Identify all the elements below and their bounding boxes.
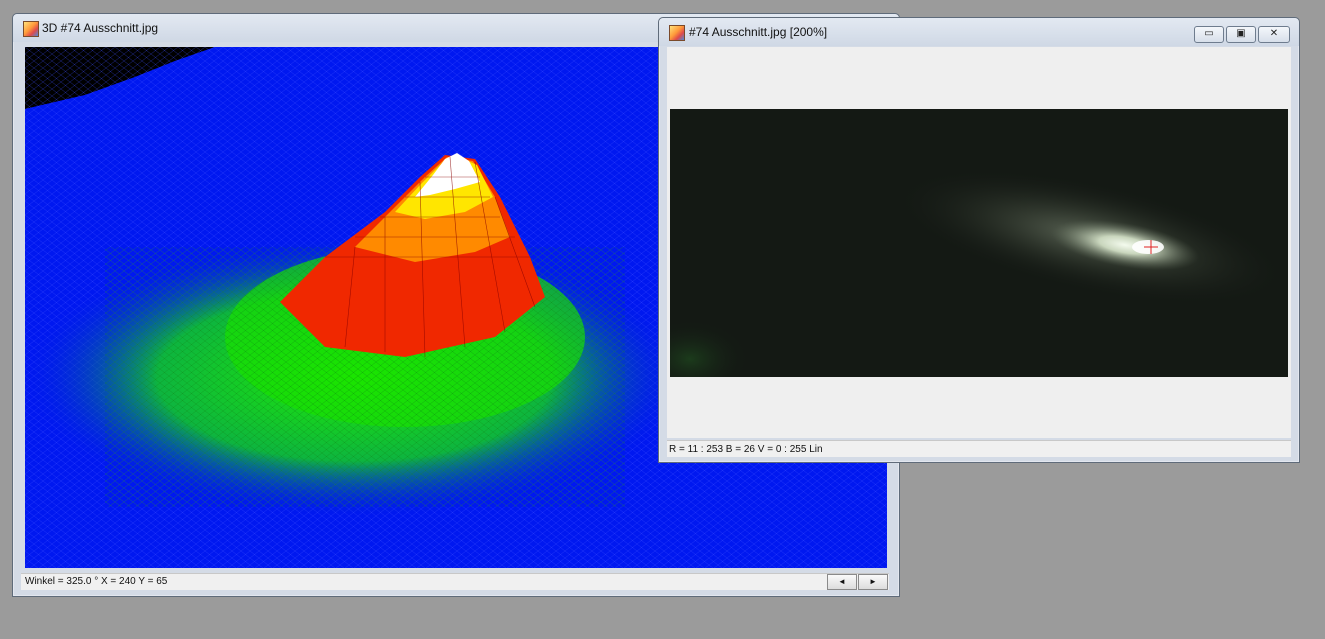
green-edge-glow <box>670 319 750 377</box>
rotate-left-button[interactable]: ◄ <box>827 574 857 590</box>
maximize-button[interactable]: ▣ <box>1226 26 1256 43</box>
app-image-icon <box>669 25 685 41</box>
window-image-title: #74 Ausschnitt.jpg [200%] <box>689 25 828 39</box>
comet-image[interactable] <box>670 109 1288 377</box>
image-viewport <box>667 47 1291 438</box>
window-image-view: #74 Ausschnitt.jpg [200%] ▭ ▣ ✕ R = 11:… <box>658 17 1300 463</box>
window-3d-title: 3D #74 Ausschnitt.jpg <box>42 21 159 35</box>
close-button[interactable]: ✕ <box>1258 26 1290 43</box>
comet-image-svg <box>670 169 1286 377</box>
window-image-statusbar: R = 11 : 253 B = 26 V = 0 : 255 Lin <box>667 440 1291 457</box>
rotate-right-button[interactable]: ► <box>858 574 888 590</box>
minimize-button[interactable]: ▭ <box>1194 26 1224 43</box>
window-image-titlebar[interactable]: #74 Ausschnitt.jpg [200%] ▭ ▣ ✕ <box>659 18 1299 46</box>
app-image-icon <box>23 21 39 37</box>
pixel-value-status-text: R = 11 : 253 B = 26 V = 0 : 255 Lin <box>669 444 823 455</box>
window-3d-statusbar: Winkel = 325.0 ° X = 240 Y = 65 ◄ ► <box>21 573 889 590</box>
angle-status-text: Winkel = 325.0 ° X = 240 Y = 65 <box>25 576 168 587</box>
